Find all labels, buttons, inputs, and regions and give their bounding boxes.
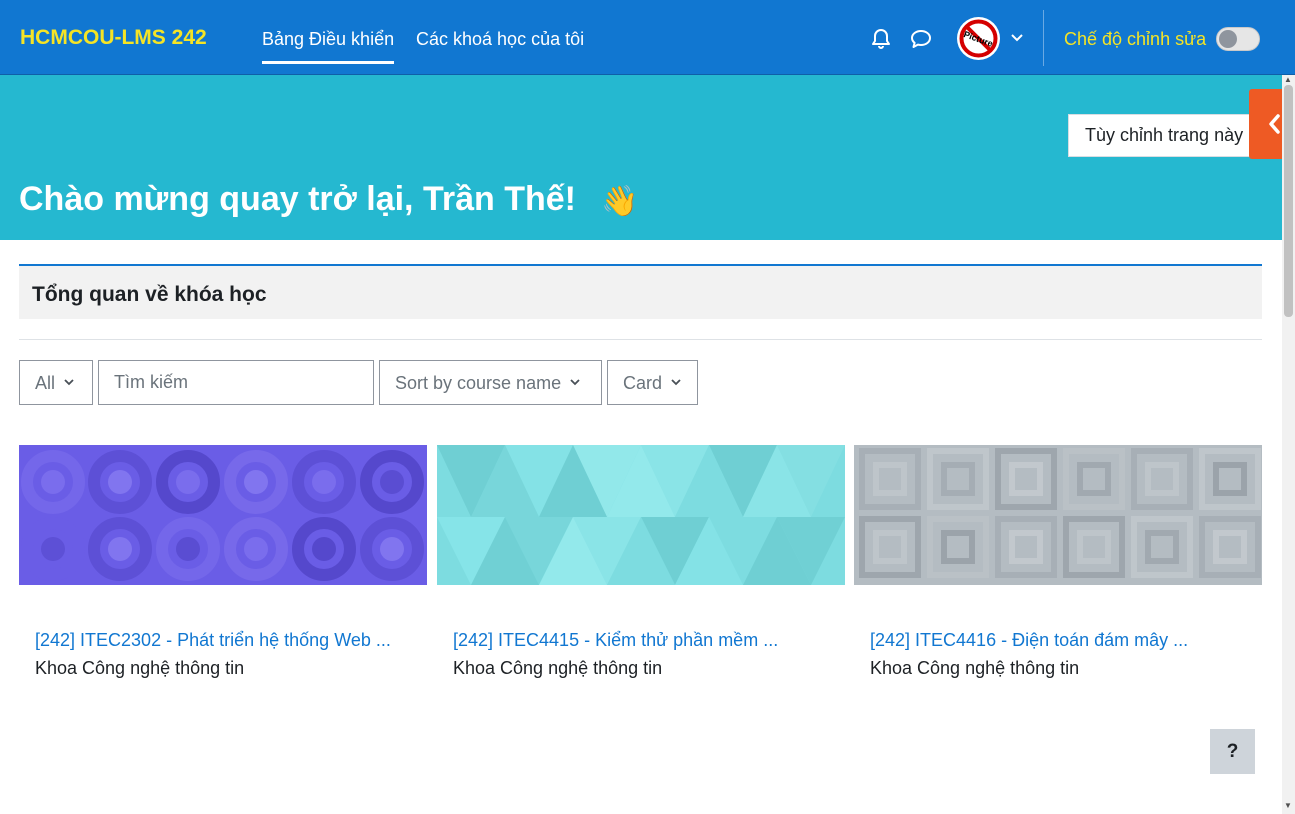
course-overview-block: Tổng quan về khóa học — [19, 264, 1262, 319]
course-card[interactable]: [242] ITEC4416 - Điện toán đám mây ... K… — [854, 445, 1262, 690]
course-category: Khoa Công nghệ thông tin — [35, 658, 245, 678]
course-card[interactable]: [242] ITEC2302 - Phát triển hệ thống Web… — [19, 445, 427, 690]
chat-icon[interactable] — [909, 27, 933, 51]
sort-label: Sort by course name — [395, 373, 562, 393]
navbar-divider — [1043, 10, 1044, 66]
course-card[interactable]: [242] ITEC4415 - Kiểm thử phần mềm ... K… — [437, 445, 845, 690]
scroll-up-arrow-icon[interactable]: ▲ — [1284, 75, 1292, 84]
scrollbar-thumb[interactable] — [1284, 85, 1293, 317]
course-pattern-squares — [854, 445, 1262, 585]
filter-label: All — [35, 373, 56, 393]
course-category: Khoa Công nghệ thông tin — [870, 658, 1080, 678]
sort-dropdown[interactable]: Sort by course name — [379, 360, 602, 405]
welcome-heading: Chào mừng quay trở lại, Trần Thế! — [19, 180, 576, 218]
customize-page-button[interactable]: Tùy chỉnh trang này — [1068, 114, 1250, 157]
nav-link-my-courses[interactable]: Các khoá học của tôi — [416, 29, 584, 50]
course-pattern-triangles — [437, 445, 845, 585]
view-label: Card — [623, 373, 663, 393]
user-menu-chevron-icon[interactable] — [1010, 33, 1024, 43]
course-image[interactable] — [19, 445, 427, 585]
nav-link-dashboard[interactable]: Bảng Điều khiển — [262, 29, 395, 64]
toggle-knob — [1219, 30, 1237, 48]
view-dropdown[interactable]: Card — [607, 360, 698, 405]
chevron-down-icon — [671, 379, 681, 386]
page-scrollbar[interactable]: ▲ ▼ — [1282, 75, 1295, 814]
wave-emoji-icon: 👋 — [601, 185, 639, 218]
course-pattern-circles — [19, 445, 427, 585]
block-title: Tổng quan về khóa học — [32, 283, 267, 306]
search-input[interactable] — [98, 360, 374, 405]
course-name-link[interactable]: [242] ITEC4415 - Kiểm thử phần mềm ... — [453, 630, 778, 651]
edit-mode-toggle[interactable] — [1216, 27, 1260, 51]
user-avatar[interactable]: Picture — [957, 17, 1000, 60]
top-navbar: HCMCOU-LMS 242 Bảng Điều khiển Các khoá … — [0, 0, 1295, 75]
site-brand[interactable]: HCMCOU-LMS 242 — [20, 26, 207, 50]
scroll-down-arrow-icon[interactable]: ▼ — [1284, 801, 1292, 810]
course-image[interactable] — [437, 445, 845, 585]
help-button[interactable]: ? — [1210, 729, 1255, 774]
course-image[interactable] — [854, 445, 1262, 585]
no-picture-icon: Picture — [959, 19, 998, 58]
divider — [19, 339, 1262, 340]
chevron-down-icon — [570, 379, 580, 386]
bell-icon[interactable] — [869, 27, 893, 51]
course-category: Khoa Công nghệ thông tin — [453, 658, 663, 678]
chevron-down-icon — [64, 379, 74, 386]
filter-dropdown[interactable]: All — [19, 360, 93, 405]
course-name-link[interactable]: [242] ITEC2302 - Phát triển hệ thống Web… — [35, 630, 391, 651]
course-name-link[interactable]: [242] ITEC4416 - Điện toán đám mây ... — [870, 630, 1188, 651]
edit-mode-label: Chế độ chỉnh sửa — [1064, 29, 1207, 49]
